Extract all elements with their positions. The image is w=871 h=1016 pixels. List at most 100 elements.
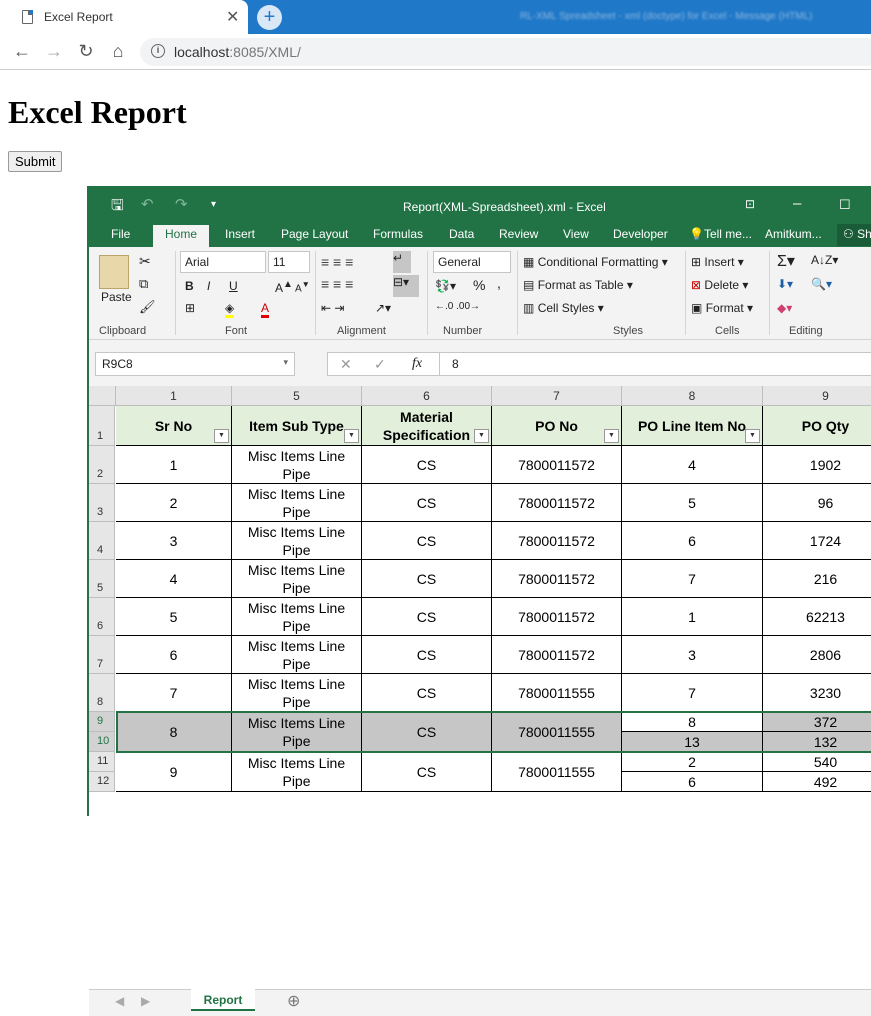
header-cell[interactable]: Material Specification ▼ [362,406,492,446]
delete-cells-button[interactable]: ⊠ Delete ▾ [691,278,748,292]
table-cell[interactable]: 5 [116,598,232,636]
borders-icon[interactable]: ⊞ [185,301,195,315]
table-cell[interactable]: 96 [763,484,871,522]
font-color-icon[interactable]: A [261,301,270,318]
table-cell[interactable]: CS [362,674,492,712]
share-button[interactable]: ⚇ Sh [837,224,871,246]
table-cell[interactable]: 1 [622,598,763,636]
sort-filter-icon[interactable]: A↓Z▾ [811,253,838,267]
insert-cells-button[interactable]: ⊞ Insert ▾ [691,255,744,269]
table-cell[interactable]: 9 [116,752,232,792]
row-header[interactable]: 11 [89,752,115,772]
undo-icon[interactable]: ↶ [141,195,154,213]
alignment-icons[interactable]: ≡ ≡ ≡ ≡ ≡ ≡ [321,251,387,301]
close-tab-icon[interactable]: ✕ [226,7,239,27]
table-cell[interactable]: 7800011572 [492,598,622,636]
row-header[interactable]: 9 [89,712,115,732]
format-cells-button[interactable]: ▣ Format ▾ [691,301,753,315]
currency-icon[interactable]: 💱▾ [435,279,456,293]
table-cell[interactable]: 6 [116,636,232,674]
column-header[interactable]: 1 [116,386,232,406]
row-header[interactable]: 1 [89,406,115,446]
cell-styles-button[interactable]: ▥ Cell Styles ▾ [523,301,604,315]
save-icon[interactable]: 🖫 [111,195,124,220]
header-cell[interactable]: PO No ▼ [492,406,622,446]
paste-icon[interactable] [99,255,129,289]
table-cell[interactable]: Misc Items Line Pipe [232,598,362,636]
column-header[interactable]: 5 [232,386,362,406]
scroll-left-icon[interactable]: ◀ [115,994,124,1008]
table-cell[interactable]: 8 [622,712,763,732]
table-cell[interactable]: Misc Items Line Pipe [232,752,362,792]
merge-center-icon[interactable]: ⊟▾ [393,275,419,297]
table-cell[interactable]: CS [362,522,492,560]
header-cell[interactable]: Sr No ▼ [116,406,232,446]
table-cell[interactable]: CS [362,712,492,752]
account-name[interactable]: Amitkum... [765,227,822,241]
table-cell[interactable]: 3 [116,522,232,560]
filter-dropdown-icon[interactable]: ▼ [344,429,359,443]
orientation-icon[interactable]: ↗▾ [375,301,391,315]
table-cell[interactable]: 7800011555 [492,674,622,712]
row-header[interactable]: 3 [89,484,115,522]
clear-icon[interactable]: ◆▾ [777,301,792,315]
font-size-select[interactable]: 11 [268,251,310,273]
tab-formulas[interactable]: Formulas [373,227,423,241]
indent-icons[interactable]: ⇤ ⇥ [321,301,344,315]
table-cell[interactable]: 5 [622,484,763,522]
home-icon[interactable]: ⌂ [108,41,128,62]
table-cell[interactable]: 7800011555 [492,752,622,792]
conditional-formatting-button[interactable]: ▦ Conditional Formatting ▾ [523,255,668,269]
italic-button[interactable]: I [207,279,210,293]
formula-input[interactable]: 8 [439,352,871,376]
row-header[interactable]: 12 [89,772,115,792]
table-cell[interactable]: CS [362,598,492,636]
table-cell[interactable]: Misc Items Line Pipe [232,484,362,522]
select-all-corner[interactable] [89,386,116,406]
table-cell[interactable]: Misc Items Line Pipe [232,446,362,484]
tab-insert[interactable]: Insert [225,227,255,241]
tab-data[interactable]: Data [449,227,474,241]
underline-button[interactable]: U [229,279,238,293]
table-cell[interactable]: 13 [622,732,763,752]
table-cell[interactable]: 7800011572 [492,446,622,484]
table-cell[interactable]: 540 [763,752,871,772]
table-cell[interactable]: Misc Items Line Pipe [232,522,362,560]
table-cell[interactable]: 7 [622,674,763,712]
customize-quick-access-icon[interactable]: ▾ [211,199,216,210]
cut-icon[interactable]: ✂ [139,253,151,270]
font-name-select[interactable]: Arial [180,251,266,273]
table-cell[interactable]: 7800011572 [492,560,622,598]
table-cell[interactable]: 7800011572 [492,484,622,522]
row-header[interactable]: 5 [89,560,115,598]
tab-review[interactable]: Review [499,227,538,241]
table-cell[interactable]: 3 [622,636,763,674]
submit-button[interactable]: Submit [8,151,63,172]
filter-dropdown-icon[interactable]: ▼ [604,429,619,443]
row-header[interactable]: 7 [89,636,115,674]
row-header[interactable]: 10 [89,732,115,752]
cancel-icon[interactable]: ✕ [340,356,352,373]
wrap-text-icon[interactable]: ↵ [393,251,411,273]
increase-font-icon[interactable]: A▲ [275,279,293,295]
tell-me-search[interactable]: 💡Tell me... [689,227,752,241]
back-arrow-icon[interactable]: ← [12,41,32,62]
row-header[interactable]: 8 [89,674,115,712]
table-cell[interactable]: Misc Items Line Pipe [232,636,362,674]
table-cell[interactable]: 4 [116,560,232,598]
address-bar[interactable]: i localhost:8085/XML/ [140,38,871,66]
tab-home[interactable]: Home [153,225,210,247]
table-cell[interactable]: 132 [763,732,871,752]
autosum-icon[interactable]: Σ▾ [777,251,795,271]
forward-arrow-icon[interactable]: → [44,41,64,62]
table-cell[interactable]: 3230 [763,674,871,712]
table-cell[interactable]: 7800011555 [492,712,622,752]
header-cell[interactable]: Item Sub Type ▼ [232,406,362,446]
new-tab-button[interactable]: + [257,5,282,30]
format-painter-icon[interactable]: 🖌 [139,299,156,315]
add-sheet-icon[interactable]: ⊕ [287,991,300,1011]
format-as-table-button[interactable]: ▤ Format as Table ▾ [523,278,633,292]
browser-tab[interactable]: Excel Report ✕ [0,0,248,34]
table-cell[interactable]: 372 [763,712,871,732]
reload-icon[interactable]: ↻ [76,41,96,62]
